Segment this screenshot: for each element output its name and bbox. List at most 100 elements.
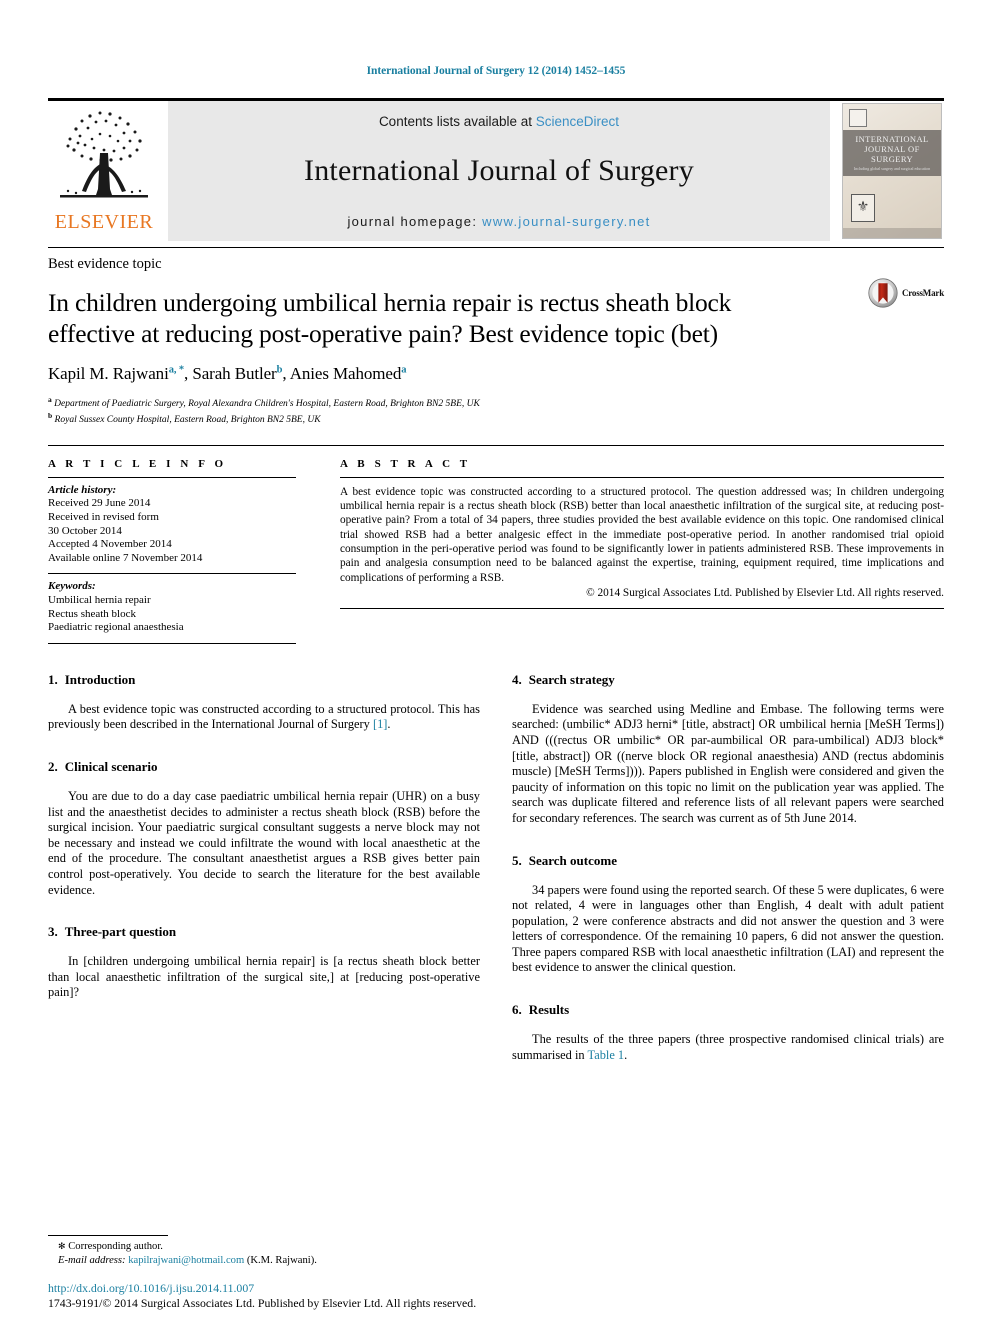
paper-page: International Journal of Surgery 12 (201… <box>0 0 992 1323</box>
page-footer: http://dx.doi.org/10.1016/j.ijsu.2014.11… <box>48 1281 648 1311</box>
section-number-3: 3. <box>48 924 58 940</box>
body-column-right: 4. Search strategy Evidence was searched … <box>512 672 944 1142</box>
section-heading-3: 3. Three-part question <box>48 924 480 940</box>
journal-homepage-link[interactable]: www.journal-surgery.net <box>482 214 650 229</box>
footnote-email-label: E-mail address: <box>58 1254 126 1266</box>
author-marks-3[interactable]: a <box>401 364 406 375</box>
article-title: In children undergoing umbilical hernia … <box>48 287 732 348</box>
asterisk-icon: ✻ <box>58 1241 66 1251</box>
contents-prefix: Contents lists available at <box>378 113 536 129</box>
crossmark-icon <box>868 277 898 308</box>
footnote-email-attrib: (K.M. Rajwani). <box>246 1254 317 1266</box>
journal-banner: Contents lists available at ScienceDirec… <box>168 100 830 241</box>
history-item-4: Available online 7 November 2014 <box>48 551 203 564</box>
paragraph-1-before: A best evidence topic was constructed ac… <box>48 701 480 732</box>
abstract-text: A best evidence topic was constructed ac… <box>340 485 944 584</box>
section-paragraph-3: In [children undergoing umbilical hernia… <box>48 954 480 1000</box>
section-heading-5: 5. Search outcome <box>512 853 944 869</box>
elsevier-wordmark: ELSEVIER <box>54 210 154 233</box>
section-title-1: Introduction <box>64 671 136 687</box>
section-number-6: 6. <box>512 1002 522 1018</box>
section-title-6: Results <box>528 1002 570 1018</box>
author-name-2: Sarah Butler <box>192 363 277 383</box>
section-heading-4: 4. Search strategy <box>512 672 944 688</box>
article-head-bottom-rule <box>48 444 944 446</box>
elsevier-logo: ELSEVIER <box>48 100 160 241</box>
author-name-3: Anies Mahomed <box>289 363 402 383</box>
journal-homepage-line: journal homepage: www.journal-surgery.ne… <box>347 214 650 229</box>
abstract-rule-bottom <box>340 607 944 609</box>
history-item-0: Received 29 June 2014 <box>48 497 151 510</box>
affiliations: a Department of Paediatric Surgery, Roya… <box>48 394 944 427</box>
section-paragraph-2: You are due to do a day case paediatric … <box>48 788 480 897</box>
cover-title-line-1: INTERNATIONAL <box>855 134 929 144</box>
homepage-prefix: journal homepage: <box>347 213 483 229</box>
cover-title-band: INTERNATIONAL JOURNAL OF SURGERY Includi… <box>843 129 941 176</box>
paragraph-6-after: . <box>624 1047 628 1062</box>
affiliation-mark-a: a <box>48 394 52 404</box>
affiliation-b: b Royal Sussex County Hospital, Eastern … <box>48 410 944 427</box>
author-list: Kapil M. Rajwania, *, Sarah Butlerb, Ani… <box>48 363 407 383</box>
journal-title: International Journal of Surgery <box>304 154 694 187</box>
article-category: Best evidence topic <box>48 255 162 272</box>
footnote-email-line: E-mail address: kapilrajwani@hotmail.com… <box>48 1254 480 1268</box>
keywords-label: Keywords: <box>48 580 96 593</box>
cover-subtitle: Including global surgery and surgical ed… <box>853 166 931 171</box>
section-heading-2: 2. Clinical scenario <box>48 759 480 775</box>
section-paragraph-6: The results of the three papers (three p… <box>512 1032 944 1063</box>
footnote-email-link[interactable]: kapilrajwani@hotmail.com <box>128 1255 244 1266</box>
affiliation-text-b: Royal Sussex County Hospital, Eastern Ro… <box>54 415 321 426</box>
affiliation-a: a Department of Paediatric Surgery, Roya… <box>48 394 944 411</box>
section-paragraph-5: 34 papers were found using the reported … <box>512 882 944 975</box>
cover-title-line-2: JOURNAL OF SURGERY <box>864 144 920 164</box>
footnote-corresponding-text: Corresponding author. <box>68 1241 163 1252</box>
section-heading-1: 1. Introduction <box>48 672 480 688</box>
section-title-4: Search strategy <box>528 671 615 687</box>
section-paragraph-4: Evidence was searched using Medline and … <box>512 701 944 825</box>
crossmark-badge[interactable]: CrossMark <box>868 277 944 308</box>
abstract-heading: A B S T R A C T <box>340 457 471 470</box>
section-number-2: 2. <box>48 758 58 774</box>
journal-cover-cell: INTERNATIONAL JOURNAL OF SURGERY Includi… <box>840 101 944 241</box>
elsevier-tree-icon <box>60 111 148 197</box>
keywords-block: Keywords: Umbilical hernia repair Rectus… <box>48 574 296 642</box>
cover-crest-icon: ⚜ <box>851 193 875 222</box>
footnote-corresponding-line: ✻ Corresponding author. <box>48 1240 480 1254</box>
abstract-copyright: © 2014 Surgical Associates Ltd. Publishe… <box>586 586 944 599</box>
info-abstract-row: A R T I C L E I N F O Article history: R… <box>48 458 944 644</box>
section-number-4: 4. <box>512 671 522 687</box>
paragraph-1-after: . <box>387 717 391 732</box>
paragraph-6-before: The results of the three papers (three p… <box>512 1032 944 1062</box>
doi-link[interactable]: http://dx.doi.org/10.1016/j.ijsu.2014.11… <box>48 1281 648 1296</box>
article-history-label: Article history: <box>48 483 117 496</box>
crossmark-label: CrossMark <box>901 287 944 298</box>
author-marks-2[interactable]: b <box>277 364 283 375</box>
section-paragraph-1: A best evidence topic was constructed ac… <box>48 702 480 733</box>
footnote-rule <box>48 1235 168 1236</box>
table-1-link[interactable]: Table 1 <box>588 1048 625 1062</box>
body-columns: 1. Introduction A best evidence topic was… <box>48 672 944 1142</box>
running-head: International Journal of Surgery 12 (201… <box>366 65 626 77</box>
issn-copyright-line: 1743-9191/© 2014 Surgical Associates Ltd… <box>48 1296 477 1310</box>
corresponding-author-footnote: ✻ Corresponding author. E-mail address: … <box>48 1235 480 1267</box>
body-column-left: 1. Introduction A best evidence topic was… <box>48 672 480 1142</box>
author-marks-1[interactable]: a, * <box>169 364 184 375</box>
history-item-1: Received in revised form <box>48 511 159 523</box>
reference-link-1[interactable]: [1] <box>373 717 387 731</box>
article-head: Best evidence topic CrossMark In childre… <box>48 248 944 427</box>
history-item-2: 30 October 2014 <box>48 524 122 537</box>
affiliation-mark-b: b <box>48 411 53 421</box>
keyword-2: Paediatric regional anaesthesia <box>48 621 184 634</box>
keyword-0: Umbilical hernia repair <box>48 593 151 606</box>
sciencedirect-link[interactable]: ScienceDirect <box>536 114 619 129</box>
abstract-column: A B S T R A C T A best evidence topic wa… <box>340 458 944 644</box>
affiliation-text-a: Department of Paediatric Surgery, Royal … <box>54 398 480 409</box>
keyword-1: Rectus sheath block <box>48 607 136 620</box>
journal-masthead: ELSEVIER Contents lists available at Sci… <box>48 97 944 241</box>
section-title-5: Search outcome <box>528 852 617 868</box>
cover-publisher-mark-icon <box>849 108 867 127</box>
history-item-3: Accepted 4 November 2014 <box>48 538 172 551</box>
section-number-1: 1. <box>48 671 58 687</box>
section-title-2: Clinical scenario <box>64 758 158 774</box>
section-title-3: Three-part question <box>64 924 177 940</box>
